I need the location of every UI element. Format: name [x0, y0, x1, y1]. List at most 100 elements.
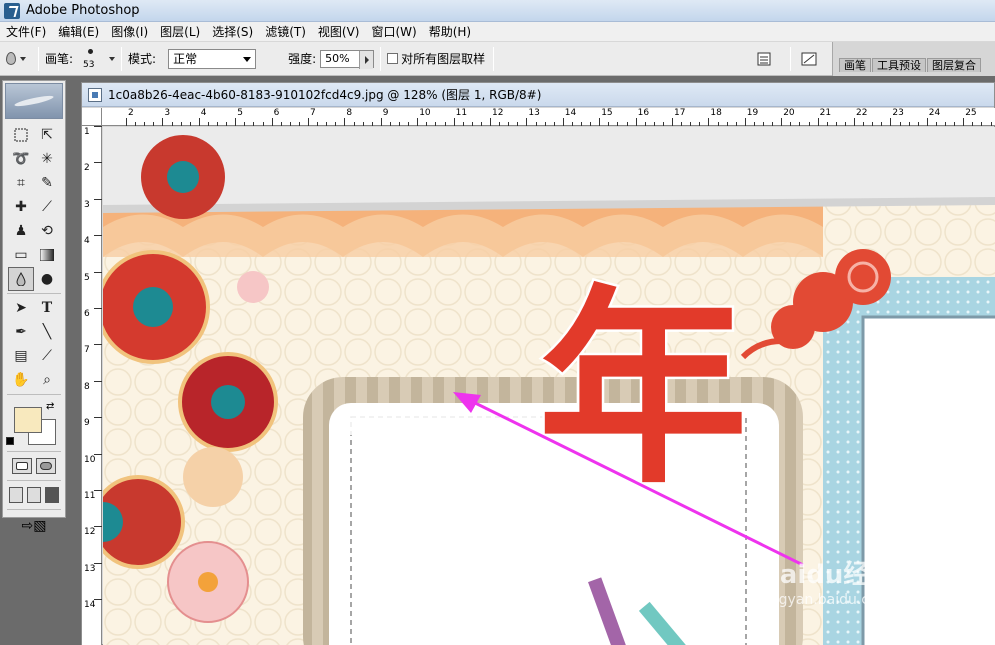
full-screen-menu-icon[interactable]: [27, 487, 41, 503]
brush-picker[interactable]: 53: [79, 45, 105, 73]
lasso-tool-icon[interactable]: ➰: [8, 147, 34, 171]
ruler-subtick: [517, 122, 519, 126]
standard-screen-icon[interactable]: [9, 487, 23, 503]
mode-select[interactable]: 正常: [168, 48, 257, 69]
ruler-tick-label: 19: [746, 108, 759, 118]
ruler-tick: [94, 599, 102, 601]
sample-all-layers-checkbox[interactable]: [387, 53, 399, 64]
ruler-subtick: [872, 122, 874, 126]
divider: [380, 46, 382, 71]
ruler-origin[interactable]: [82, 108, 102, 126]
ruler-tick-label: 23: [892, 108, 904, 118]
eyedropper-tool-icon[interactable]: ⟋: [34, 344, 60, 368]
menu-select[interactable]: 选择(S): [206, 23, 259, 40]
ruler-subtick: [289, 122, 291, 126]
eraser-tool-icon[interactable]: ▭: [8, 243, 34, 267]
menu-layer[interactable]: 图层(L): [154, 23, 206, 40]
ruler-tick-label: 8: [346, 108, 353, 118]
ruler-subtick: [735, 122, 737, 126]
tool-grid: ⇱ ➰ ✳ ⌗ ✎ ✚ ⟋ ♟ ⟲ ▭ ●: [3, 123, 65, 291]
ruler-subtick: [772, 122, 774, 126]
menu-window[interactable]: 窗口(W): [365, 23, 422, 40]
ruler-subtick: [581, 122, 582, 126]
strength-slider-button[interactable]: [359, 50, 374, 69]
ruler-tick-label: 17: [674, 108, 686, 118]
type-tool-icon[interactable]: T: [34, 296, 60, 320]
history-brush-tool-icon[interactable]: ⟲: [34, 219, 60, 243]
crop-tool-icon[interactable]: ⌗: [8, 171, 34, 195]
dodge-tool-icon[interactable]: ●: [34, 267, 60, 291]
quick-mask-mode-icon[interactable]: [36, 458, 56, 474]
divider: [493, 46, 495, 71]
menu-help[interactable]: 帮助(H): [423, 23, 477, 40]
palette-tab-brushes[interactable]: 画笔: [839, 58, 871, 72]
jump-to-imageready-icon[interactable]: ⇨▧: [14, 516, 54, 536]
blur-tool-icon[interactable]: [8, 267, 34, 291]
swap-colors-icon[interactable]: ⇄: [46, 401, 54, 412]
ruler-subtick: [826, 122, 828, 126]
standard-mode-icon[interactable]: [12, 458, 32, 474]
foreground-color[interactable]: [14, 407, 42, 433]
menu-bar: 文件(F) 编辑(E) 图像(I) 图层(L) 选择(S) 滤镜(T) 视图(V…: [0, 22, 995, 42]
brush-palette-icon[interactable]: [752, 47, 776, 71]
ruler-subtick: [508, 122, 510, 126]
ruler-tick: [926, 118, 928, 126]
palette-tab-tool-presets[interactable]: 工具预设: [872, 58, 926, 72]
menu-edit[interactable]: 编辑(E): [52, 23, 105, 40]
healing-brush-tool-icon[interactable]: ✚: [8, 195, 34, 219]
brush-dropdown-icon[interactable]: [109, 56, 116, 61]
ruler-tick: [162, 118, 164, 126]
ruler-tick: [94, 380, 102, 382]
ruler-tick: [94, 198, 102, 200]
go-to-bridge-icon[interactable]: [797, 47, 821, 71]
ruler-tick: [708, 118, 710, 126]
default-colors-icon[interactable]: [6, 437, 14, 445]
full-screen-icon[interactable]: [45, 487, 59, 503]
hand-tool-icon[interactable]: ✋: [8, 368, 34, 392]
zoom-tool-icon[interactable]: ⌕: [34, 368, 60, 392]
strength-field[interactable]: 50%: [320, 49, 375, 69]
strength-label: 强度:: [288, 52, 317, 66]
palette-tab-layer-comps[interactable]: 图层复合: [927, 58, 981, 72]
brush-tool-icon[interactable]: ⟋: [34, 195, 60, 219]
move-tool-icon[interactable]: ⇱: [34, 123, 60, 147]
ruler-subtick: [253, 122, 255, 126]
ruler-subtick: [945, 122, 946, 126]
document-title-bar[interactable]: 1c0a8b26-4eac-4b60-8183-910102fcd4c9.jpg…: [82, 83, 994, 107]
slice-tool-icon[interactable]: ✎: [34, 171, 60, 195]
path-selection-tool-icon[interactable]: ➤: [8, 296, 34, 320]
ruler-tick: [94, 562, 102, 564]
ruler-subtick: [990, 122, 992, 126]
ruler-tick: [526, 118, 528, 126]
ruler-subtick: [699, 122, 701, 126]
marquee-tool-icon[interactable]: [8, 123, 34, 147]
ruler-subtick: [881, 122, 883, 126]
menu-image[interactable]: 图像(I): [105, 23, 154, 40]
feather-logo[interactable]: [5, 83, 63, 119]
palette-well: 画笔 工具预设 图层复合: [832, 42, 995, 76]
clone-stamp-tool-icon[interactable]: ♟: [8, 219, 34, 243]
pen-tool-icon[interactable]: ✒: [8, 320, 34, 344]
notes-tool-icon[interactable]: ▤: [8, 344, 34, 368]
divider: [7, 509, 61, 510]
app-title: Adobe Photoshop: [26, 3, 140, 18]
menu-file[interactable]: 文件(F): [0, 23, 52, 40]
ruler-tick: [94, 235, 102, 237]
ruler-tick-label: 13: [528, 108, 540, 118]
tool-preset-picker[interactable]: [0, 47, 32, 71]
horizontal-ruler[interactable]: 2 3 4 5 6 7 8 9 10 11 12 13 14 15 16 17 18 19 20 21 22 23 24 25: [102, 108, 995, 126]
color-swatches: ⇄: [6, 401, 62, 445]
vertical-ruler[interactable]: 1 2 3 4 5 6 7 8 9 10 11 12 13 14: [82, 126, 102, 645]
line-tool-icon[interactable]: ╲: [34, 320, 60, 344]
menu-view[interactable]: 视图(V): [312, 23, 366, 40]
gradient-tool-icon[interactable]: [34, 243, 60, 267]
ruler-subtick: [653, 122, 655, 126]
divider: [7, 394, 61, 395]
sample-all-label: 对所有图层取样: [401, 52, 486, 66]
ruler-tick: [781, 118, 783, 126]
ruler-subtick: [335, 122, 337, 126]
magic-wand-tool-icon[interactable]: ✳: [34, 147, 60, 171]
menu-filter[interactable]: 滤镜(T): [259, 23, 312, 40]
ruler-tick: [380, 118, 382, 126]
ruler-subtick: [808, 122, 810, 126]
